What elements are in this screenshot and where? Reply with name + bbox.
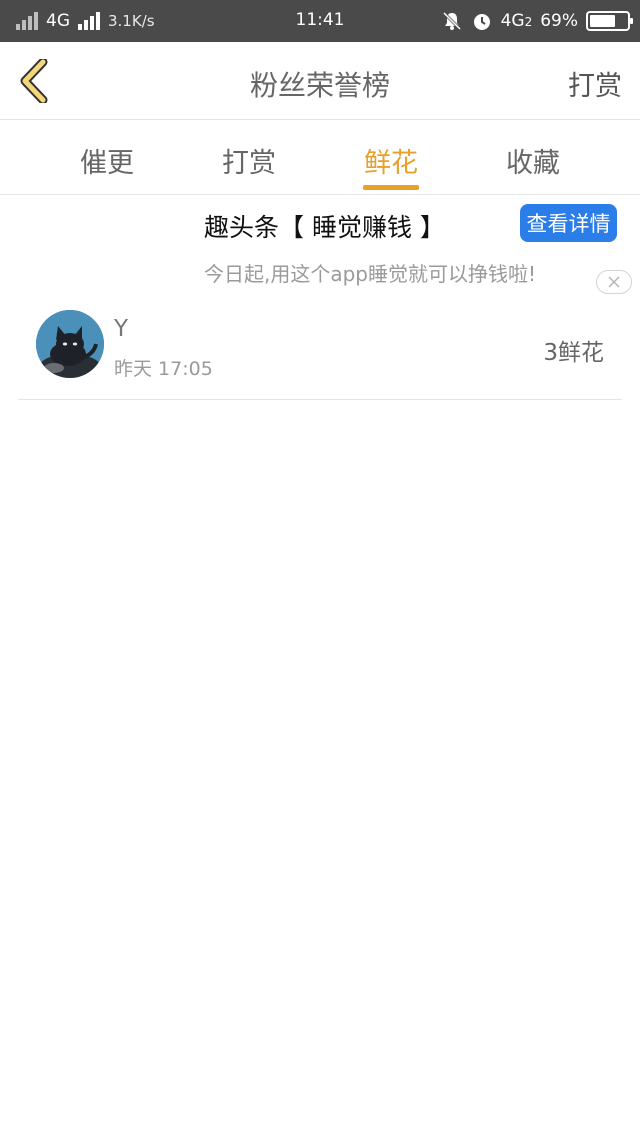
list-item[interactable]: Y 昨天 17:05 3鲜花: [18, 300, 622, 400]
page-title: 粉丝荣誉榜: [249, 69, 390, 102]
tab-favorites[interactable]: 收藏: [462, 121, 604, 194]
ad-description: 今日起,用这个app睡觉就可以挣钱啦!: [204, 262, 537, 286]
tab-label: 催更: [80, 148, 134, 179]
reward-button[interactable]: 打赏: [568, 64, 622, 103]
avatar: [36, 310, 104, 378]
status-right: 4G2 69%: [441, 9, 633, 33]
tab-reward[interactable]: 打赏: [178, 121, 320, 194]
cat-avatar-icon: [36, 310, 104, 378]
tab-label: 收藏: [506, 148, 560, 179]
status-bar: 4G 3.1K/s 11:41 4G2 69%: [0, 0, 640, 42]
network-type-2: 4G2: [500, 11, 533, 31]
ad-close-button[interactable]: [596, 270, 632, 294]
tab-label: 鲜花: [364, 148, 418, 179]
timestamp: 昨天 17:05: [114, 358, 213, 380]
battery-percent: 69%: [540, 11, 578, 31]
battery-icon: [586, 11, 633, 31]
sim-slot: 2: [524, 15, 533, 29]
mute-bell-icon: [441, 10, 463, 32]
tab-flowers[interactable]: 鲜花: [320, 121, 462, 194]
flower-count: 3鲜花: [543, 340, 604, 366]
alarm-icon: [471, 10, 493, 32]
tab-bar: 催更 打赏 鲜花 收藏: [0, 121, 640, 195]
ad-banner[interactable]: 趣头条【 睡觉赚钱 】 查看详情 今日起,用这个app睡觉就可以挣钱啦!: [0, 196, 640, 300]
user-name: Y: [114, 316, 129, 342]
tab-label: 打赏: [222, 148, 276, 179]
ad-details-button[interactable]: 查看详情: [520, 204, 617, 242]
title-bar: 粉丝荣誉榜 打赏: [0, 42, 640, 120]
tab-active-indicator: [363, 185, 419, 190]
close-icon: [608, 276, 620, 288]
ad-title: 趣头条【 睡觉赚钱 】: [204, 213, 445, 242]
tab-urge[interactable]: 催更: [36, 121, 178, 194]
